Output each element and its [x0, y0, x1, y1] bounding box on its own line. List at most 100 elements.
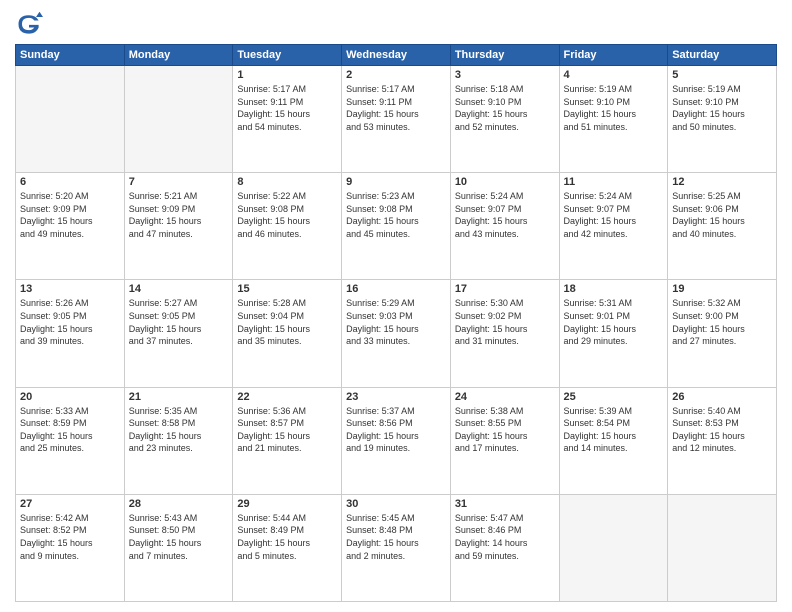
day-info: Sunrise: 5:40 AMSunset: 8:53 PMDaylight:…: [672, 405, 772, 455]
day-info: Sunrise: 5:33 AMSunset: 8:59 PMDaylight:…: [20, 405, 120, 455]
logo: [15, 10, 47, 38]
calendar-header-monday: Monday: [124, 45, 233, 66]
calendar-cell: 3Sunrise: 5:18 AMSunset: 9:10 PMDaylight…: [450, 66, 559, 173]
day-info: Sunrise: 5:44 AMSunset: 8:49 PMDaylight:…: [237, 512, 337, 562]
calendar-cell: 23 Sunrise: 5:37 AMSunset: 8:56 PMDayligh…: [342, 387, 451, 494]
day-number: 30: [346, 498, 446, 510]
calendar-cell: 8Sunrise: 5:22 AMSunset: 9:08 PMDaylight…: [233, 173, 342, 280]
day-info: Sunrise: 5:18 AMSunset: 9:10 PMDaylight:…: [455, 83, 555, 133]
calendar-cell: 5 Sunrise: 5:19 AMSunset: 9:10 PMDaylight…: [668, 66, 777, 173]
calendar-cell: 13 Sunrise: 5:26 AMSunset: 9:05 PMDayligh…: [16, 280, 125, 387]
day-number: 29: [237, 498, 337, 510]
day-info: Sunrise: 5:35 AMSunset: 8:58 PMDaylight:…: [129, 405, 229, 455]
day-info: Sunrise: 5:20 AMSunset: 9:09 PMDaylight:…: [20, 190, 120, 240]
day-number: 1: [237, 69, 337, 81]
day-number: 11: [564, 176, 664, 188]
calendar-cell: 26 Sunrise: 5:40 AMSunset: 8:53 PMDayligh…: [668, 387, 777, 494]
calendar-cell: 10 Sunrise: 5:24 AMSunset: 9:07 PMDayligh…: [450, 173, 559, 280]
calendar-cell: [124, 66, 233, 173]
day-info: Sunrise: 5:17 AMSunset: 9:11 PMDaylight:…: [346, 83, 446, 133]
day-info: Sunrise: 5:23 AMSunset: 9:08 PMDaylight:…: [346, 190, 446, 240]
day-info: Sunrise: 5:37 AMSunset: 8:56 PMDaylight:…: [346, 405, 446, 455]
day-info: Sunrise: 5:29 AMSunset: 9:03 PMDaylight:…: [346, 297, 446, 347]
day-info: Sunrise: 5:25 AMSunset: 9:06 PMDaylight:…: [672, 190, 772, 240]
calendar-cell: [559, 494, 668, 601]
calendar-cell: 16 Sunrise: 5:29 AMSunset: 9:03 PMDayligh…: [342, 280, 451, 387]
calendar-cell: 28 Sunrise: 5:43 AMSunset: 8:50 PMDayligh…: [124, 494, 233, 601]
day-info: Sunrise: 5:22 AMSunset: 9:08 PMDaylight:…: [237, 190, 337, 240]
page: SundayMondayTuesdayWednesdayThursdayFrid…: [0, 0, 792, 612]
day-info: Sunrise: 5:47 AMSunset: 8:46 PMDaylight:…: [455, 512, 555, 562]
calendar-header-saturday: Saturday: [668, 45, 777, 66]
day-number: 10: [455, 176, 555, 188]
day-number: 2: [346, 69, 446, 81]
calendar-cell: 4 Sunrise: 5:19 AMSunset: 9:10 PMDaylight…: [559, 66, 668, 173]
day-number: 6: [20, 176, 120, 188]
day-number: 5: [672, 69, 772, 81]
day-info: Sunrise: 5:19 AMSunset: 9:10 PMDaylight:…: [672, 83, 772, 133]
calendar-header-wednesday: Wednesday: [342, 45, 451, 66]
day-number: 24: [455, 391, 555, 403]
calendar-cell: 31 Sunrise: 5:47 AMSunset: 8:46 PMDayligh…: [450, 494, 559, 601]
calendar-table: SundayMondayTuesdayWednesdayThursdayFrid…: [15, 44, 777, 602]
day-info: Sunrise: 5:42 AMSunset: 8:52 PMDaylight:…: [20, 512, 120, 562]
calendar-cell: 30 Sunrise: 5:45 AMSunset: 8:48 PMDayligh…: [342, 494, 451, 601]
day-number: 15: [237, 283, 337, 295]
day-info: Sunrise: 5:45 AMSunset: 8:48 PMDaylight:…: [346, 512, 446, 562]
calendar-cell: 6 Sunrise: 5:20 AMSunset: 9:09 PMDaylight…: [16, 173, 125, 280]
day-number: 19: [672, 283, 772, 295]
calendar-cell: 15 Sunrise: 5:28 AMSunset: 9:04 PMDayligh…: [233, 280, 342, 387]
calendar-header-tuesday: Tuesday: [233, 45, 342, 66]
day-info: Sunrise: 5:26 AMSunset: 9:05 PMDaylight:…: [20, 297, 120, 347]
day-info: Sunrise: 5:17 AMSunset: 9:11 PMDaylight:…: [237, 83, 337, 133]
week-row-5: 27Sunrise: 5:42 AMSunset: 8:52 PMDayligh…: [16, 494, 777, 601]
day-number: 7: [129, 176, 229, 188]
day-info: Sunrise: 5:36 AMSunset: 8:57 PMDaylight:…: [237, 405, 337, 455]
week-row-1: 1 Sunrise: 5:17 AMSunset: 9:11 PMDaylight…: [16, 66, 777, 173]
day-info: Sunrise: 5:43 AMSunset: 8:50 PMDaylight:…: [129, 512, 229, 562]
calendar-cell: [668, 494, 777, 601]
day-info: Sunrise: 5:28 AMSunset: 9:04 PMDaylight:…: [237, 297, 337, 347]
day-number: 12: [672, 176, 772, 188]
day-info: Sunrise: 5:24 AMSunset: 9:07 PMDaylight:…: [564, 190, 664, 240]
day-info: Sunrise: 5:30 AMSunset: 9:02 PMDaylight:…: [455, 297, 555, 347]
day-number: 25: [564, 391, 664, 403]
day-number: 4: [564, 69, 664, 81]
calendar-cell: 29 Sunrise: 5:44 AMSunset: 8:49 PMDayligh…: [233, 494, 342, 601]
calendar-cell: 22Sunrise: 5:36 AMSunset: 8:57 PMDayligh…: [233, 387, 342, 494]
calendar-cell: [16, 66, 125, 173]
calendar-cell: 14Sunrise: 5:27 AMSunset: 9:05 PMDayligh…: [124, 280, 233, 387]
calendar-cell: 25 Sunrise: 5:39 AMSunset: 8:54 PMDayligh…: [559, 387, 668, 494]
day-info: Sunrise: 5:31 AMSunset: 9:01 PMDaylight:…: [564, 297, 664, 347]
logo-icon: [15, 10, 43, 38]
calendar-header-thursday: Thursday: [450, 45, 559, 66]
day-number: 31: [455, 498, 555, 510]
day-info: Sunrise: 5:19 AMSunset: 9:10 PMDaylight:…: [564, 83, 664, 133]
day-number: 17: [455, 283, 555, 295]
day-info: Sunrise: 5:24 AMSunset: 9:07 PMDaylight:…: [455, 190, 555, 240]
calendar-cell: 17 Sunrise: 5:30 AMSunset: 9:02 PMDayligh…: [450, 280, 559, 387]
day-number: 13: [20, 283, 120, 295]
day-info: Sunrise: 5:38 AMSunset: 8:55 PMDaylight:…: [455, 405, 555, 455]
calendar-cell: 27Sunrise: 5:42 AMSunset: 8:52 PMDayligh…: [16, 494, 125, 601]
day-number: 9: [346, 176, 446, 188]
day-number: 28: [129, 498, 229, 510]
week-row-2: 6 Sunrise: 5:20 AMSunset: 9:09 PMDaylight…: [16, 173, 777, 280]
calendar-cell: 24 Sunrise: 5:38 AMSunset: 8:55 PMDayligh…: [450, 387, 559, 494]
calendar-cell: 9 Sunrise: 5:23 AMSunset: 9:08 PMDaylight…: [342, 173, 451, 280]
day-info: Sunrise: 5:39 AMSunset: 8:54 PMDaylight:…: [564, 405, 664, 455]
calendar-header-friday: Friday: [559, 45, 668, 66]
calendar-cell: 7Sunrise: 5:21 AMSunset: 9:09 PMDaylight…: [124, 173, 233, 280]
week-row-4: 20Sunrise: 5:33 AMSunset: 8:59 PMDayligh…: [16, 387, 777, 494]
calendar-cell: 21Sunrise: 5:35 AMSunset: 8:58 PMDayligh…: [124, 387, 233, 494]
calendar-cell: 12 Sunrise: 5:25 AMSunset: 9:06 PMDayligh…: [668, 173, 777, 280]
day-info: Sunrise: 5:27 AMSunset: 9:05 PMDaylight:…: [129, 297, 229, 347]
calendar-cell: 2 Sunrise: 5:17 AMSunset: 9:11 PMDaylight…: [342, 66, 451, 173]
day-number: 26: [672, 391, 772, 403]
week-row-3: 13 Sunrise: 5:26 AMSunset: 9:05 PMDayligh…: [16, 280, 777, 387]
day-number: 16: [346, 283, 446, 295]
calendar-cell: 1 Sunrise: 5:17 AMSunset: 9:11 PMDaylight…: [233, 66, 342, 173]
calendar-header-row: SundayMondayTuesdayWednesdayThursdayFrid…: [16, 45, 777, 66]
day-number: 23: [346, 391, 446, 403]
day-number: 18: [564, 283, 664, 295]
